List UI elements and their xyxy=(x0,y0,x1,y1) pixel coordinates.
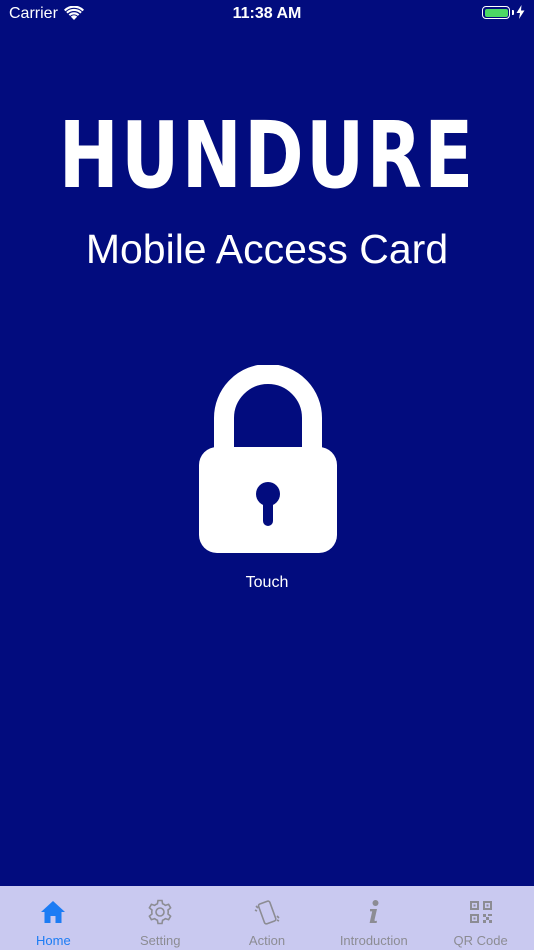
tab-bar: Home Setting Action Introduction QR Code xyxy=(0,886,534,950)
tab-qr-code-label: QR Code xyxy=(453,933,508,948)
info-icon xyxy=(369,900,379,923)
status-bar: Carrier 11:38 AM xyxy=(0,0,534,30)
tab-action-label: Action xyxy=(248,933,286,948)
app-subtitle: Mobile Access Card xyxy=(85,226,449,272)
battery-cap xyxy=(512,10,514,15)
tab-qr-code[interactable]: QR Code xyxy=(427,886,534,950)
tab-action[interactable]: Action xyxy=(214,886,321,950)
battery-level xyxy=(484,8,508,17)
padlock-icon[interactable] xyxy=(199,365,337,553)
tab-setting[interactable]: Setting xyxy=(107,886,214,950)
home-icon xyxy=(41,901,66,923)
qr-code-icon xyxy=(469,901,492,923)
tab-home[interactable]: Home xyxy=(0,886,107,950)
tab-introduction-label: Introduction xyxy=(339,933,408,948)
tab-setting-label: Setting xyxy=(139,933,181,948)
status-time: 11:38 AM xyxy=(232,5,302,22)
brand-logo: HUNDURE xyxy=(58,102,476,209)
tab-introduction[interactable]: Introduction xyxy=(320,886,427,950)
touch-label: Touch xyxy=(245,574,289,591)
battery-icon xyxy=(482,6,510,19)
charging-bolt-icon xyxy=(516,5,525,19)
phone-shake-icon xyxy=(254,900,280,925)
tab-home-label: Home xyxy=(36,933,71,948)
gear-icon xyxy=(148,899,172,925)
